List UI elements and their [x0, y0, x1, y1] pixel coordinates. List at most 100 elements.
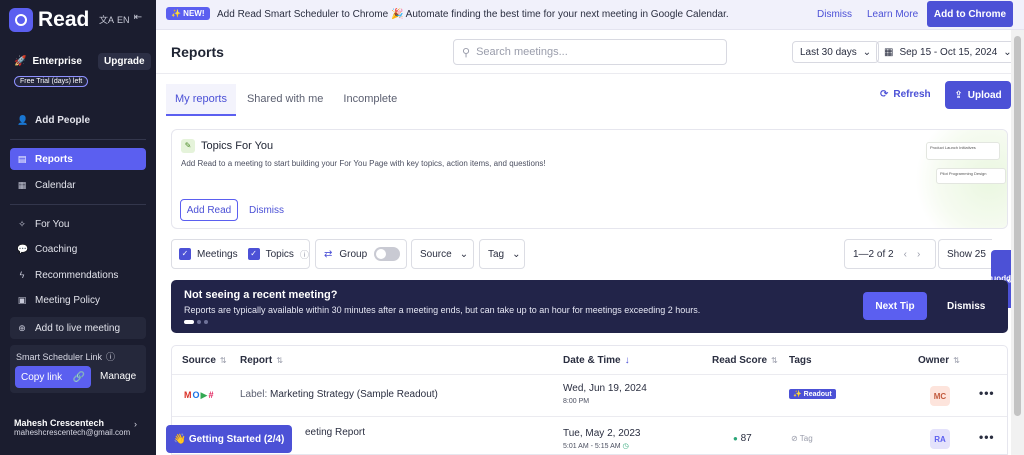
add-to-live-meeting-button[interactable]: ⊕ Add to live meeting: [10, 317, 146, 339]
meetings-checkbox[interactable]: ✓: [179, 248, 191, 260]
add-people-button[interactable]: 👤 Add People: [10, 109, 146, 131]
info-icon[interactable]: ⓘ: [106, 350, 115, 363]
date-picker-label: Sep 15 - Oct 15, 2024: [899, 46, 998, 58]
art-card: Pilot Programming Design: [936, 168, 1006, 184]
upgrade-button[interactable]: Upgrade: [98, 53, 151, 70]
score-dot-icon: ●: [733, 434, 738, 443]
column-label: Tags: [789, 355, 812, 366]
link-icon: 🔗: [72, 371, 85, 383]
report-name: eeting Report: [305, 427, 366, 438]
user-name[interactable]: Mahesh Crescentech: [14, 418, 104, 428]
scheduler-label: Smart Scheduler Link ⓘ: [16, 350, 115, 363]
pagination: 1—2 of 2 ‹ ›: [844, 239, 936, 269]
page-size-dropdown[interactable]: Show 25: [938, 239, 992, 269]
date-picker-button[interactable]: ▦ Sep 15 - Oct 15, 2024 ⌄: [876, 41, 1020, 63]
group-switch[interactable]: [374, 247, 401, 261]
column-header-report[interactable]: Report ⇅: [240, 355, 283, 366]
column-header-score[interactable]: Read Score ⇅: [712, 355, 778, 366]
topics-checkbox[interactable]: ✓: [247, 248, 260, 260]
more-options-icon[interactable]: •••: [979, 386, 995, 400]
column-label: Report: [240, 355, 273, 366]
plan-label: 🚀 Enterprise: [14, 56, 82, 67]
art-card: Product Launch Initiatives: [926, 142, 1000, 160]
column-label: Source: [182, 355, 216, 366]
topics-dismiss-button[interactable]: Dismiss: [249, 205, 284, 216]
slack-icon: #: [208, 390, 215, 400]
brand[interactable]: Read: [9, 8, 89, 32]
column-label: Read Score: [712, 355, 768, 366]
language-switcher[interactable]: 文A EN: [99, 13, 130, 26]
sidebar-divider: [10, 139, 146, 140]
sort-icon: ⇅: [771, 356, 778, 365]
gmail-icon: M: [184, 390, 193, 400]
banner-headline: Add Read Smart Scheduler to Chrome: [217, 9, 389, 20]
scrollbar-thumb[interactable]: [1014, 36, 1021, 416]
tip-dismiss-button[interactable]: Dismiss: [947, 301, 985, 312]
chevron-right-icon[interactable]: ›: [917, 249, 920, 260]
avatar: MC: [930, 386, 950, 406]
collapse-sidebar-icon[interactable]: ⇤: [131, 11, 145, 25]
refresh-button[interactable]: ⟳ Refresh: [880, 89, 931, 100]
more-options-icon[interactable]: •••: [979, 430, 995, 444]
report-title[interactable]: eeting Report: [305, 427, 365, 438]
tab-my-reports[interactable]: My reports: [166, 84, 236, 116]
next-tip-button[interactable]: Next Tip: [863, 292, 927, 320]
add-read-button[interactable]: Add Read: [180, 199, 238, 221]
column-header-date[interactable]: Date & Time ↓: [563, 355, 630, 366]
tip-carousel-dots[interactable]: [184, 320, 208, 324]
meetings-label: Meetings: [197, 248, 238, 260]
promo-banner: ✨ NEW! Add Read Smart Scheduler to Chrom…: [156, 0, 1024, 30]
topics-for-you-card: ✎ Topics For You Add Read to a meeting t…: [171, 129, 1008, 229]
sidebar-item-meeting-policy[interactable]: ▣ Meeting Policy: [10, 289, 146, 311]
getting-started-button[interactable]: 👋 Getting Started (2/4): [166, 425, 292, 453]
column-label: Owner: [918, 355, 950, 366]
language-code: EN: [117, 14, 130, 25]
add-people-label: Add People: [35, 114, 91, 126]
info-icon[interactable]: ⓘ: [300, 248, 309, 261]
banner-dismiss-button[interactable]: Dismiss: [817, 9, 852, 20]
chevron-right-icon[interactable]: ›: [134, 419, 137, 429]
date-range-dropdown[interactable]: Last 30 days ⌄: [792, 41, 880, 63]
report-title[interactable]: Label: Marketing Strategy (Sample Readou…: [240, 389, 438, 400]
sidebar-item-for-you[interactable]: ✧ For You: [10, 213, 146, 235]
banner-body: 🎉 Automate finding the best time for you…: [390, 9, 729, 20]
add-tag-button[interactable]: ⊘ Tag: [791, 434, 813, 443]
trial-badge: Free Trial (days) left: [14, 76, 89, 87]
sidebar-divider: [10, 204, 146, 205]
chevron-down-icon: ⌄: [862, 46, 872, 58]
sidebar-item-recommendations[interactable]: ϟ Recommendations: [10, 264, 146, 286]
swap-icon: ⇄: [324, 248, 333, 260]
readout-tag[interactable]: ✨ Readout: [789, 389, 836, 399]
copy-link-label: Copy link: [21, 371, 63, 383]
tip-text: Reports are typically available within 3…: [184, 305, 701, 315]
sidebar-item-reports[interactable]: ▤ Reports: [10, 148, 146, 170]
chevron-left-icon[interactable]: ‹: [904, 249, 907, 260]
learn-more-link[interactable]: Learn More: [867, 9, 918, 20]
page-title: Reports: [171, 44, 224, 60]
sidebar-item-calendar[interactable]: ▦ Calendar: [10, 174, 146, 196]
tab-incomplete[interactable]: Incomplete: [334, 84, 406, 116]
manage-button[interactable]: Manage: [100, 371, 136, 382]
sort-desc-icon: ↓: [624, 355, 630, 366]
source-label: Source: [420, 248, 452, 260]
upload-label: Upload: [967, 89, 1002, 101]
banner-text: Add Read Smart Scheduler to Chrome 🎉 Aut…: [217, 9, 729, 20]
search-input[interactable]: ⚲ Search meetings...: [453, 39, 727, 65]
upload-button[interactable]: ⇪ Upload: [945, 81, 1011, 109]
column-header-source[interactable]: Source ⇅: [182, 355, 227, 366]
source-dropdown[interactable]: Source ⌄: [411, 239, 474, 269]
topics-icon: ✎: [181, 139, 195, 153]
copy-link-button[interactable]: Copy link 🔗: [15, 366, 91, 388]
tag-icon: ⊘: [791, 434, 798, 443]
page-scrollbar[interactable]: [1011, 30, 1024, 455]
report-time-range: 5:01 AM - 5:15 AM ◷: [563, 442, 629, 450]
tag-dropdown[interactable]: Tag ⌄: [479, 239, 525, 269]
report-time: 5:01 AM - 5:15 AM: [563, 443, 621, 450]
sidebar-item-coaching[interactable]: 💬 Coaching: [10, 238, 146, 260]
group-toggle[interactable]: ⇄ Group: [315, 239, 407, 269]
new-badge: ✨ NEW!: [166, 7, 210, 20]
add-to-chrome-button[interactable]: Add to Chrome: [927, 1, 1013, 27]
column-header-owner[interactable]: Owner ⇅: [918, 355, 960, 366]
search-placeholder: Search meetings...: [476, 46, 568, 58]
tab-shared-with-me[interactable]: Shared with me: [238, 84, 332, 116]
